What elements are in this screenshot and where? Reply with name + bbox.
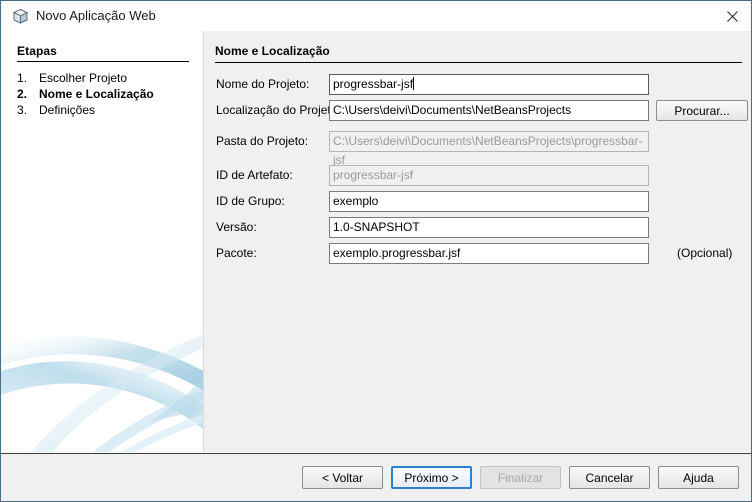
field-row-project-name: Nome do Projeto: progressbar-jsf [204, 74, 751, 96]
field-row-project-location: Localização do Projeto: C:\Users\deivi\D… [204, 100, 751, 122]
panel-title: Nome e Localização [215, 44, 330, 58]
label-project-location: Localização do Projeto: [216, 103, 341, 117]
content-panel: Nome e Localização Nome do Projeto: prog… [204, 31, 751, 452]
project-name-value: progressbar-jsf [333, 77, 414, 91]
step-item-1: 1. Escolher Projeto [17, 70, 197, 86]
title-bar: Novo Aplicação Web [1, 1, 751, 32]
close-icon[interactable] [719, 5, 745, 27]
steps-list: 1. Escolher Projeto 2. Nome e Localizaçã… [17, 70, 197, 118]
step-label: Nome e Localização [39, 87, 154, 101]
help-button[interactable]: Ajuda [658, 466, 739, 489]
label-package: Pacote: [216, 246, 257, 260]
step-item-3: 3. Definições [17, 102, 197, 118]
finish-button: Finalizar [480, 466, 561, 489]
dialog-footer: < Voltar Próximo > Finalizar Cancelar Aj… [1, 453, 751, 501]
step-label: Escolher Projeto [39, 71, 128, 85]
step-number: 3. [17, 103, 28, 117]
project-name-input[interactable]: progressbar-jsf [329, 74, 649, 95]
label-artifact-id: ID de Artefato: [216, 168, 293, 182]
version-input[interactable]: 1.0-SNAPSHOT [329, 217, 649, 238]
label-project-folder: Pasta do Projeto: [216, 134, 309, 148]
back-button[interactable]: < Voltar [302, 466, 383, 489]
steps-heading-divider [17, 61, 189, 62]
artifact-id-input: progressbar-jsf [329, 165, 649, 186]
cancel-button[interactable]: Cancelar [569, 466, 650, 489]
package-input[interactable]: exemplo.progressbar.jsf [329, 243, 649, 264]
field-row-group-id: ID de Grupo: exemplo [204, 191, 751, 213]
decorative-swoosh-graphic [1, 334, 203, 452]
field-row-project-folder: Pasta do Projeto: C:\Users\deivi\Documen… [204, 131, 751, 167]
window-title: Novo Aplicação Web [36, 8, 156, 23]
field-row-package: Pacote: exemplo.progressbar.jsf (Opciona… [204, 243, 751, 265]
project-location-input[interactable]: C:\Users\deivi\Documents\NetBeansProject… [329, 100, 649, 121]
group-id-input[interactable]: exemplo [329, 191, 649, 212]
step-number: 2. [17, 87, 28, 101]
label-version: Versão: [216, 220, 257, 234]
label-group-id: ID de Grupo: [216, 194, 285, 208]
step-number: 1. [17, 71, 28, 85]
text-caret [413, 77, 415, 90]
new-web-application-dialog: Novo Aplicação Web Etapas 1. Escolher Pr… [0, 0, 752, 502]
next-button[interactable]: Próximo > [391, 466, 472, 489]
project-folder-input: C:\Users\deivi\Documents\NetBeansProject… [329, 131, 649, 167]
field-row-version: Versão: 1.0-SNAPSHOT [204, 217, 751, 239]
label-project-name: Nome do Projeto: [216, 77, 310, 91]
step-item-2: 2. Nome e Localização [17, 86, 197, 102]
steps-sidebar: Etapas 1. Escolher Projeto 2. Nome e Loc… [1, 31, 204, 452]
steps-heading: Etapas [17, 44, 57, 58]
browse-button[interactable]: Procurar... [656, 100, 748, 121]
step-label: Definições [39, 103, 96, 117]
optional-note: (Opcional) [677, 246, 733, 260]
panel-title-divider [215, 62, 742, 63]
field-row-artifact-id: ID de Artefato: progressbar-jsf [204, 165, 751, 187]
cube-icon [12, 8, 29, 25]
footer-button-group: < Voltar Próximo > Finalizar Cancelar Aj… [302, 466, 739, 489]
